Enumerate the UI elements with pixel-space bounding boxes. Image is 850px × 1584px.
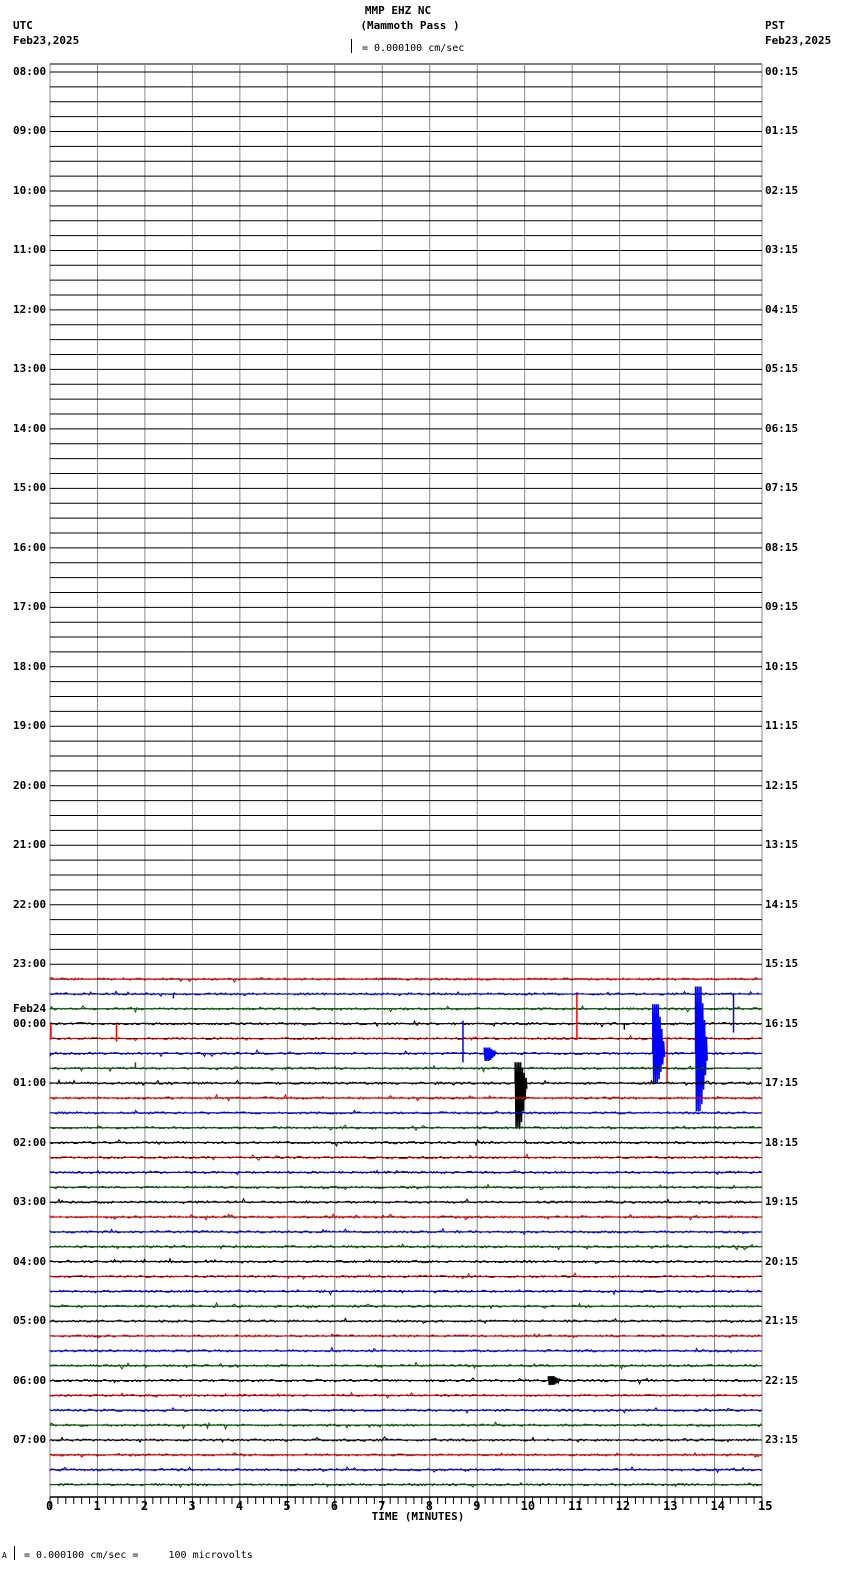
utc-hour-label: 14:00 [13,421,47,435]
x-tick-label: 11 [568,1499,583,1513]
x-tick-label: 13 [663,1499,678,1513]
x-tick-label: 10 [520,1499,536,1513]
pst-hour-label: 15:15 [765,957,799,971]
pst-hour-label: 01:15 [765,124,799,138]
pst-hour-label: 13:15 [765,838,799,852]
pst-hour-label: 16:15 [765,1016,799,1030]
seismic-event [547,1376,561,1386]
utc-hour-label: 07:00 [13,1433,47,1447]
seismic-trace [49,990,762,998]
x-tick-label: 3 [188,1499,196,1513]
seismic-trace [49,1183,762,1191]
x-tick-label: 0 [46,1499,54,1513]
pst-hour-label: 03:15 [765,243,799,257]
pst-hour-label: 23:15 [765,1433,799,1447]
x-tick-label: 9 [473,1499,481,1513]
pst-hour-label: 12:15 [765,778,799,792]
pst-hour-label: 07:15 [765,481,799,495]
seismic-trace [49,977,762,984]
utc-hour-label: 00:00 [13,1016,47,1030]
x-axis-label: TIME (MINUTES) [371,1510,465,1523]
pst-hour-label: 14:15 [765,897,799,911]
utc-hour-label: 06:00 [13,1373,47,1387]
utc-hour-label: 04:00 [13,1254,47,1268]
pst-hour-label: 08:15 [765,540,799,554]
seismic-trace [49,1346,762,1354]
utc-hour-label: 18:00 [13,659,47,673]
utc-hour-label: 02:00 [13,1135,47,1149]
footer-mark: A [2,1551,7,1560]
pst-hour-label: 18:15 [765,1135,799,1149]
utc-hour-label: 12:00 [13,302,47,316]
seismic-trace [49,1197,762,1205]
seismic-trace [49,1289,762,1296]
pst-hour-label: 20:15 [765,1254,799,1268]
utc-hour-label: 08:00 [13,65,47,78]
x-tick-label: 14 [710,1499,725,1513]
footer-scale-bar-icon [14,1546,15,1560]
footer-scale-text: = 0.000100 cm/sec = 100 microvolts [24,1550,253,1561]
utc-hour-label: 17:00 [13,600,47,614]
x-tick-label: 6 [330,1499,339,1513]
pst-hour-label: 11:15 [765,719,799,733]
seismic-event [652,1004,666,1084]
utc-hour-label: 16:00 [13,540,47,554]
seismic-trace [49,1451,762,1459]
pst-hour-label: 00:15 [765,65,799,78]
seismic-event [694,986,708,1112]
seismic-event [483,1047,497,1061]
utc-hour-label: 03:00 [13,1195,47,1209]
pst-hour-label: 02:15 [765,183,799,197]
pst-hour-label: 05:15 [765,362,799,376]
pst-hour-label: 21:15 [765,1314,799,1328]
x-tick-label: 5 [283,1499,291,1513]
pst-hour-label: 19:15 [765,1195,799,1209]
utc-hour-label: 10:00 [13,183,47,197]
utc-hour-label: 05:00 [13,1314,47,1328]
pst-hour-label: 22:15 [765,1373,799,1387]
utc-hour-label: 20:00 [13,778,47,792]
pst-hour-label: 09:15 [765,600,799,614]
helicorder-plot [49,63,763,1508]
utc-hour-label: 01:00 [13,1076,47,1090]
utc-hour-label: 19:00 [13,719,47,733]
seismic-trace [49,1124,762,1132]
x-tick-label: 4 [235,1499,244,1513]
pst-hour-label: 17:15 [765,1076,799,1090]
pst-hour-label: 10:15 [765,659,799,673]
x-tick-label: 12 [615,1499,631,1513]
seismic-trace [49,1465,762,1474]
x-tick-label: 2 [140,1499,149,1513]
x-tick-label: 15 [758,1499,773,1513]
utc-hour-label: 13:00 [13,362,47,376]
pst-hour-label: 04:15 [765,302,799,316]
seismic-trace [49,1109,762,1115]
seismic-trace [49,1257,762,1265]
seismogram-page: MMP EHZ NC (Mammoth Pass ) = 0.000100 cm… [0,0,850,1584]
utc-hour-label: 22:00 [13,897,47,911]
pst-hour-label: 06:15 [765,421,799,435]
utc-hour-label: 21:00 [13,838,47,852]
utc-hour-label: 23:00 [13,957,47,971]
utc-hour-label: 11:00 [13,243,47,257]
utc-hour-label: 09:00 [13,124,47,138]
x-tick-label: 1 [93,1499,101,1513]
utc-hour-label: 15:00 [13,481,47,495]
